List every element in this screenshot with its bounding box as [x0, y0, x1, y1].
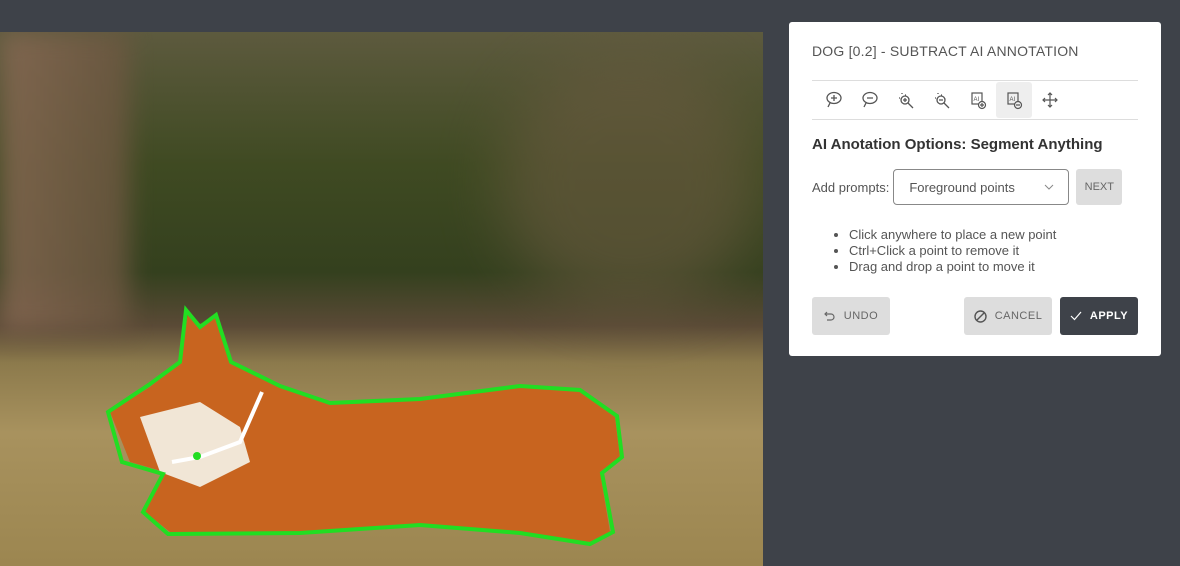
undo-label: UNDO [843, 310, 879, 322]
svg-text:AI: AI [974, 97, 980, 103]
instruction-item: Click anywhere to place a new point [849, 227, 1138, 243]
subtract-polygon-icon [862, 91, 878, 108]
apply-label: APPLY [1089, 310, 1129, 322]
apply-button[interactable]: APPLY [1060, 297, 1138, 335]
dog-annotation [105, 305, 625, 547]
move-icon [1042, 92, 1058, 108]
prompt-type-select[interactable]: Foreground points [893, 169, 1070, 205]
tool-magic-add[interactable] [888, 82, 924, 118]
cancel-icon [973, 309, 987, 323]
annotation-panel: DOG [0.2] - SUBTRACT AI ANNOTATION AI AI… [789, 22, 1161, 356]
chevron-down-icon [1044, 184, 1054, 190]
instruction-item: Drag and drop a point to move it [849, 259, 1138, 275]
toolbar: AI AI [812, 81, 1138, 120]
panel-title: DOG [0.2] - SUBTRACT AI ANNOTATION [812, 22, 1138, 81]
tool-ai-add[interactable]: AI [960, 82, 996, 118]
prompts-label: Add prompts: [812, 179, 890, 195]
instructions-list: Click anywhere to place a new point Ctrl… [849, 227, 1138, 275]
ai-subtract-icon: AI [1007, 92, 1023, 110]
svg-text:AI: AI [1010, 97, 1016, 103]
undo-icon [823, 311, 835, 321]
ai-add-icon: AI [971, 92, 987, 110]
undo-button[interactable]: UNDO [812, 297, 890, 335]
tool-ai-subtract[interactable]: AI [996, 82, 1032, 118]
tool-subtract-polygon[interactable] [852, 82, 888, 118]
tool-add-polygon[interactable] [816, 82, 852, 118]
options-heading: AI Anotation Options: Segment Anything [812, 136, 1103, 153]
check-icon [1070, 311, 1082, 321]
cancel-button[interactable]: CANCEL [964, 297, 1052, 335]
prompt-point[interactable] [193, 452, 201, 460]
magic-subtract-icon [935, 93, 950, 109]
prompt-type-value: Foreground points [909, 179, 1015, 195]
tool-move[interactable] [1032, 82, 1068, 118]
image-canvas[interactable] [0, 32, 763, 566]
next-button[interactable]: NEXT [1076, 169, 1123, 205]
add-polygon-icon [826, 91, 842, 108]
instruction-item: Ctrl+Click a point to remove it [849, 243, 1138, 259]
tool-magic-subtract[interactable] [924, 82, 960, 118]
cancel-label: CANCEL [994, 310, 1043, 322]
magic-add-icon [899, 93, 914, 109]
